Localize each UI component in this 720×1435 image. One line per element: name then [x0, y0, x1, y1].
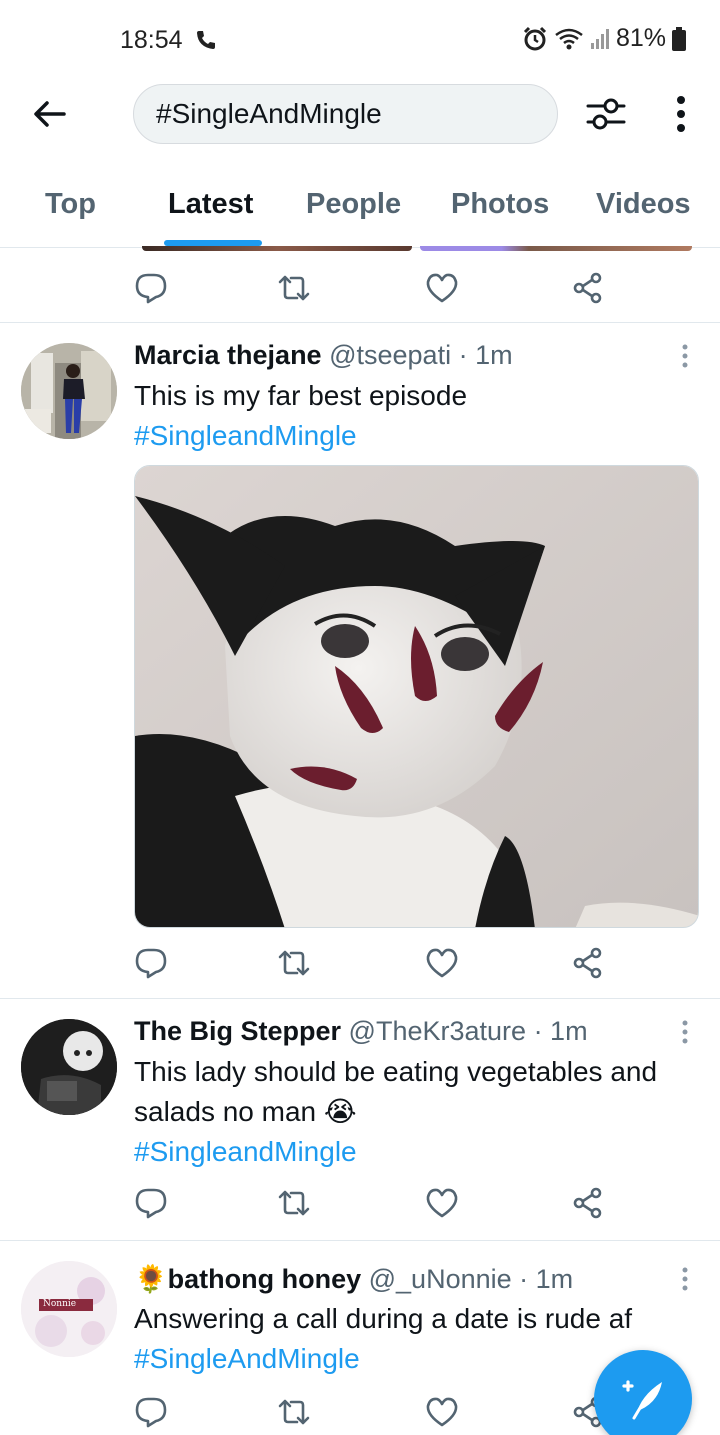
- tweet-timestamp: · 1m: [533, 1016, 588, 1046]
- tweet-header: 🌻bathong honey @_uNonnie · 1m: [134, 1263, 573, 1295]
- reply-icon[interactable]: [134, 271, 168, 305]
- previous-media-edge: [142, 246, 412, 251]
- tweet-body: This is my far best episode: [134, 380, 468, 411]
- tab-latest[interactable]: Latest: [168, 188, 253, 221]
- tweet-divider: [0, 322, 720, 323]
- reply-icon[interactable]: [134, 946, 168, 980]
- tweet-media-image[interactable]: [134, 465, 699, 928]
- tweet-text: This lady should be eating vegetables an…: [134, 1052, 704, 1172]
- share-icon[interactable]: [571, 271, 605, 305]
- tweet-divider: [0, 1240, 720, 1241]
- tweet-actions: [134, 1186, 614, 1226]
- search-filter-icon[interactable]: [584, 94, 628, 134]
- tweet-more-icon[interactable]: [678, 1266, 692, 1294]
- phone-call-icon: [197, 31, 215, 49]
- overflow-menu-icon[interactable]: [664, 94, 698, 134]
- signal-icon: [590, 28, 609, 49]
- tab-top[interactable]: Top: [45, 188, 96, 221]
- avatar-photo: [21, 1261, 117, 1357]
- tweet-hashtag[interactable]: #SingleandMingle: [134, 1132, 704, 1172]
- tweet-body-text: This lady should be eating vegetables an…: [134, 1056, 658, 1127]
- retweet-icon[interactable]: [277, 1395, 311, 1429]
- tweet-actions: [134, 271, 614, 311]
- tweet-more-icon[interactable]: [678, 343, 692, 371]
- reply-icon[interactable]: [134, 1186, 168, 1220]
- tab-videos[interactable]: Videos: [596, 188, 691, 221]
- tweet-body: This lady should be eating vegetables an…: [134, 1052, 704, 1132]
- retweet-icon[interactable]: [277, 946, 311, 980]
- retweet-icon[interactable]: [277, 1186, 311, 1220]
- tweet-hashtag[interactable]: #SingleandMingle: [134, 416, 704, 456]
- alarm-icon: [523, 26, 547, 50]
- avatar[interactable]: Nonnie: [21, 1261, 117, 1357]
- wifi-icon: [555, 28, 583, 49]
- avatar-photo: [21, 343, 117, 439]
- tweet-author-handle[interactable]: @_uNonnie: [369, 1264, 512, 1294]
- tweet-header: Marcia thejane @tseepati · 1m: [134, 340, 513, 371]
- cat-photo: [135, 466, 698, 927]
- tab-photos[interactable]: Photos: [451, 188, 549, 221]
- like-icon[interactable]: [425, 946, 459, 980]
- tab-people[interactable]: People: [306, 188, 401, 221]
- search-input[interactable]: #SingleAndMingle: [133, 84, 558, 144]
- tweet-timestamp: · 1m: [519, 1264, 574, 1294]
- sunflower-emoji: 🌻: [134, 1264, 168, 1294]
- tweet-header: The Big Stepper @TheKr3ature · 1m: [134, 1016, 588, 1047]
- tweet-body: Answering a call during a date is rude a…: [134, 1303, 633, 1334]
- share-icon[interactable]: [571, 1186, 605, 1220]
- previous-media-edge: [420, 246, 692, 251]
- tweet-author-handle[interactable]: @tseepati: [329, 340, 451, 370]
- battery-icon: [672, 26, 686, 51]
- like-icon[interactable]: [425, 271, 459, 305]
- tweet-author-handle[interactable]: @TheKr3ature: [349, 1016, 527, 1046]
- like-icon[interactable]: [425, 1395, 459, 1429]
- crying-emoji: 😭: [323, 1096, 357, 1127]
- search-tabs: Top Latest People Photos Videos: [0, 170, 720, 248]
- like-icon[interactable]: [425, 1186, 459, 1220]
- avatar-photo: [21, 1019, 117, 1115]
- search-header: #SingleAndMingle: [0, 78, 720, 152]
- status-time: 18:54: [120, 26, 183, 54]
- tweet-actions: [134, 946, 614, 986]
- tweet-more-icon[interactable]: [678, 1019, 692, 1047]
- avatar[interactable]: [21, 343, 117, 439]
- tweet-author-name[interactable]: The Big Stepper: [134, 1016, 341, 1046]
- status-bar: 18:54 81%: [0, 0, 720, 78]
- avatar-label: Nonnie: [43, 1299, 77, 1309]
- reply-icon[interactable]: [134, 1395, 168, 1429]
- tweet-actions: [134, 1395, 614, 1435]
- retweet-icon[interactable]: [277, 271, 311, 305]
- back-arrow-icon[interactable]: [30, 94, 70, 134]
- tweet-author-name[interactable]: Marcia thejane: [134, 340, 322, 370]
- search-query: #SingleAndMingle: [156, 98, 382, 129]
- tweet-author-name[interactable]: bathong honey: [168, 1264, 361, 1294]
- compose-tweet-icon: [622, 1380, 662, 1420]
- tweet-timestamp: · 1m: [458, 340, 513, 370]
- tweet-text: This is my far best episode #SingleandMi…: [134, 376, 704, 456]
- avatar[interactable]: [21, 1019, 117, 1115]
- battery-percentage: 81%: [615, 24, 666, 52]
- share-icon[interactable]: [571, 946, 605, 980]
- tweet-divider: [0, 998, 720, 999]
